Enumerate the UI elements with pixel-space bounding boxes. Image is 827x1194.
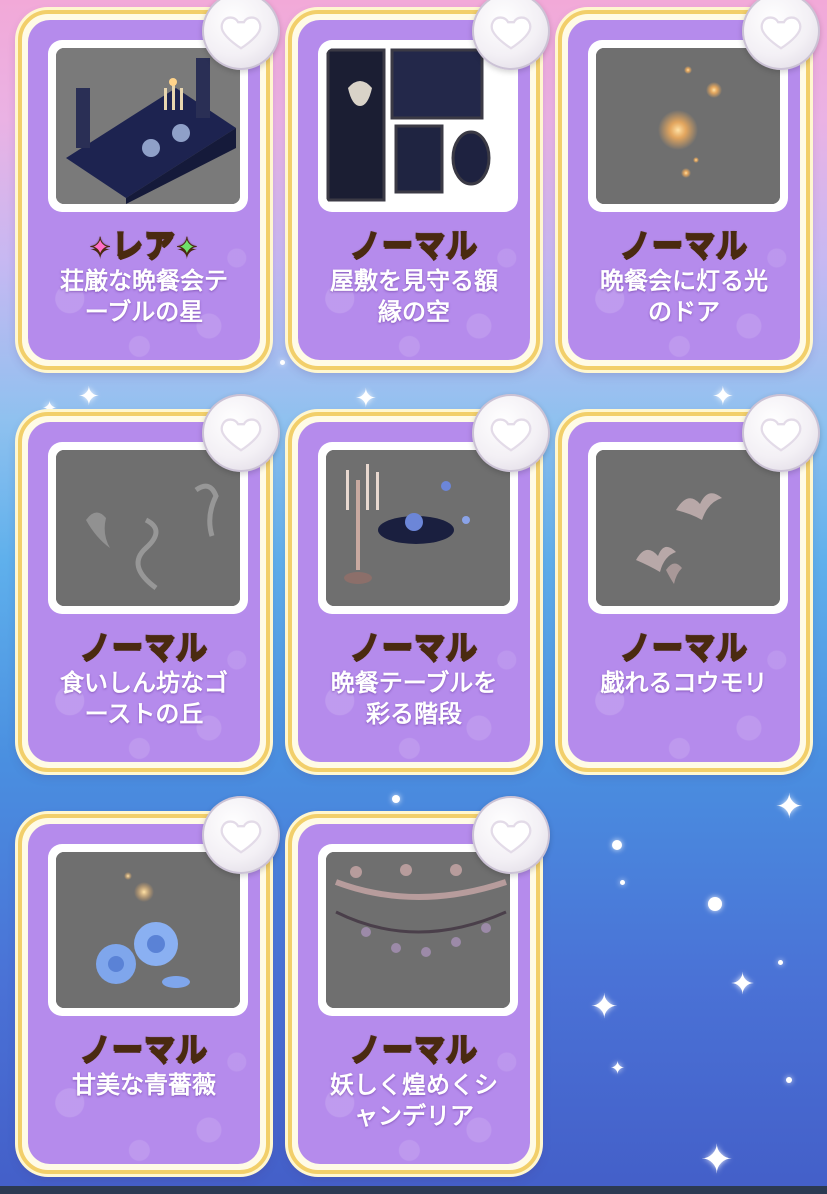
picture-frames-icon (326, 48, 510, 204)
item-name: 食いしん坊なゴ ーストの丘 (60, 669, 228, 728)
favorite-heart-button[interactable] (202, 0, 280, 70)
rarity-label: ✦レア✦ (89, 227, 199, 265)
item-name: 甘美な青薔薇 (72, 1071, 216, 1099)
item-card[interactable]: ノーマル 食いしん坊なゴ ーストの丘 (18, 394, 280, 772)
heart-icon (490, 418, 532, 452)
item-card[interactable]: ノーマル 屋敷を見守る額 縁の空 (288, 0, 550, 370)
favorite-heart-button[interactable] (472, 796, 550, 874)
item-name: 晩餐テーブルを 彩る階段 (330, 669, 498, 728)
item-thumbnail-frame (318, 442, 518, 614)
item-thumbnail-frame (588, 442, 788, 614)
favorite-heart-button[interactable] (472, 0, 550, 70)
heart-icon (760, 418, 802, 452)
ghost-smoke-icon (56, 450, 240, 606)
sparkle-decoration: ✦ (590, 987, 619, 1027)
heart-icon (490, 820, 532, 854)
card-body: ノーマル 食いしん坊なゴ ーストの丘 (28, 422, 260, 762)
star-icon: ✦ (89, 233, 112, 264)
card-body: ✦レア✦ 荘厳な晩餐会テ ーブルの星 (28, 20, 260, 360)
sparkle-dot (612, 840, 622, 850)
sparkle-dot (778, 960, 783, 965)
favorite-heart-button[interactable] (742, 394, 820, 472)
chandelier-icon (326, 852, 510, 1008)
item-card[interactable]: ノーマル 晩餐テーブルを 彩る階段 (288, 394, 550, 772)
item-thumbnail-frame (48, 844, 248, 1016)
glowing-lights-icon (596, 48, 780, 204)
item-thumbnail-frame (588, 40, 788, 212)
favorite-heart-button[interactable] (742, 0, 820, 70)
sparkle-decoration: ✦ (610, 1058, 626, 1079)
sparkle-dot (786, 1077, 792, 1083)
heart-icon (490, 16, 532, 50)
rarity-label: ノーマル (619, 227, 748, 265)
item-name: 屋敷を見守る額 縁の空 (330, 267, 498, 326)
sparkle-decoration: ✦ (355, 384, 377, 414)
rarity-label: ノーマル (349, 227, 478, 265)
item-name: 戯れるコウモリ (600, 669, 768, 697)
rarity-label: ノーマル (349, 629, 478, 667)
heart-icon (760, 16, 802, 50)
item-card[interactable]: ノーマル 妖しく煌めくシ ャンデリア (288, 796, 550, 1174)
sparkle-decoration: ✦ (78, 382, 100, 412)
heart-icon (220, 418, 262, 452)
rarity-label: ノーマル (349, 1031, 478, 1069)
item-thumbnail-frame (318, 844, 518, 1016)
sparkle-dot (392, 795, 400, 803)
blue-rose-icon (56, 852, 240, 1008)
sparkle-decoration: ✦ (712, 382, 734, 412)
item-card[interactable]: ノーマル 戯れるコウモリ (558, 394, 820, 772)
rarity-label: ノーマル (619, 629, 748, 667)
item-name: 妖しく煌めくシ ャンデリア (330, 1071, 498, 1130)
bottom-bar (0, 1186, 827, 1194)
sparkle-dot (620, 880, 625, 885)
item-card[interactable]: ✦レア✦ 荘厳な晩餐会テ ーブルの星 (18, 0, 280, 370)
sparkle-decoration: ✦ (700, 1137, 734, 1183)
candelabra-icon (326, 450, 510, 606)
sparkle-decoration: ✦ (775, 787, 804, 827)
item-thumbnail-frame (48, 442, 248, 614)
item-name: 晩餐会に灯る光 のドア (600, 267, 768, 326)
star-icon: ✦ (176, 233, 199, 264)
heart-icon (220, 16, 262, 50)
card-body: ノーマル 晩餐テーブルを 彩る階段 (298, 422, 530, 762)
sparkle-decoration: ✦ (730, 967, 756, 1002)
card-body: ノーマル 戯れるコウモリ (568, 422, 800, 762)
bats-icon (596, 450, 780, 606)
item-thumbnail-frame (48, 40, 248, 212)
item-name: 荘厳な晩餐会テ ーブルの星 (60, 267, 228, 326)
sparkle-dot (708, 897, 722, 911)
dining-table-icon (56, 48, 240, 204)
card-body: ノーマル 晩餐会に灯る光 のドア (568, 20, 800, 360)
heart-icon (220, 820, 262, 854)
card-body: ノーマル 屋敷を見守る額 縁の空 (298, 20, 530, 360)
item-card[interactable]: ノーマル 甘美な青薔薇 (18, 796, 280, 1174)
favorite-heart-button[interactable] (202, 394, 280, 472)
favorite-heart-button[interactable] (472, 394, 550, 472)
rarity-label: ノーマル (79, 629, 208, 667)
rarity-label: ノーマル (79, 1031, 208, 1069)
card-body: ノーマル 妖しく煌めくシ ャンデリア (298, 824, 530, 1164)
sparkle-dot (280, 360, 285, 365)
item-card[interactable]: ノーマル 晩餐会に灯る光 のドア (558, 0, 820, 370)
item-thumbnail-frame (318, 40, 518, 212)
favorite-heart-button[interactable] (202, 796, 280, 874)
card-body: ノーマル 甘美な青薔薇 (28, 824, 260, 1164)
